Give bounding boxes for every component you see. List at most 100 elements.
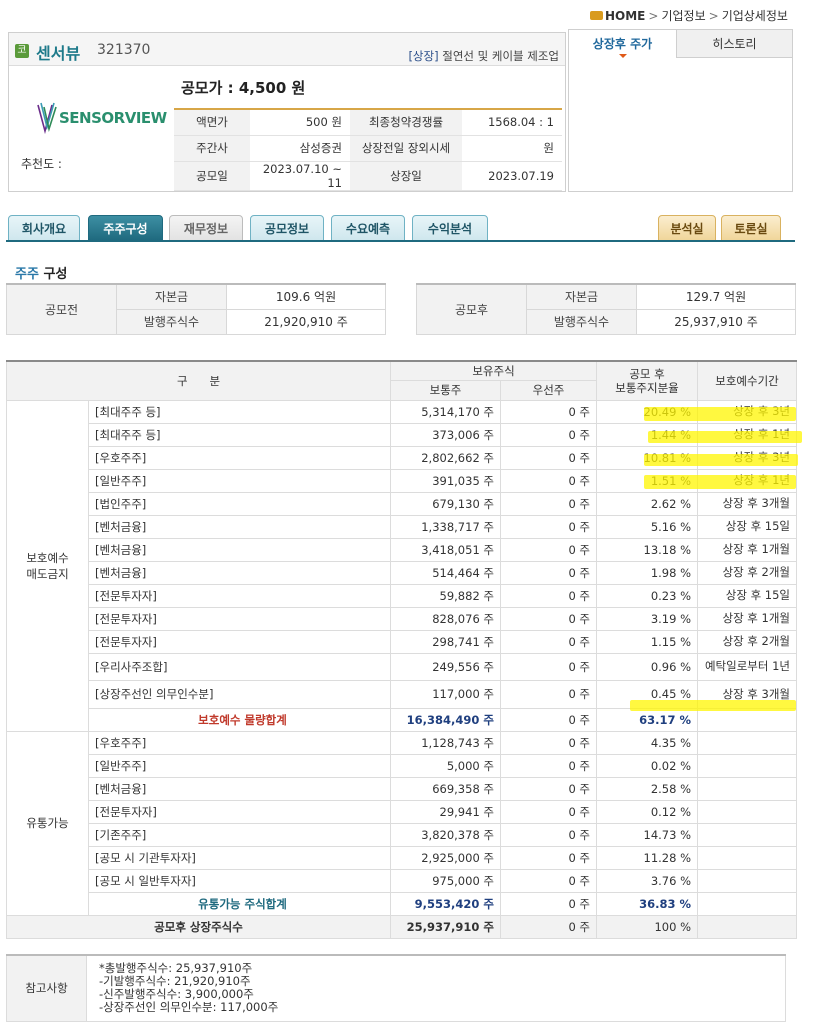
preferred-shares-cell: 0 주 [499,753,598,778]
info-value: 2023.07.10 ~ 11 [250,161,350,191]
table-row: [공모 시 기관투자자] 2,925,000 주0 주 11.28 % [7,845,798,870]
common-shares-cell: 1,128,743 주 [390,730,501,755]
tab-bar-underline [6,240,795,242]
common-shares-cell: 298,741 주 [390,629,501,654]
category-cell: [일반주주] [88,468,391,493]
preferred-shares-cell: 0 주 [499,491,598,516]
capital-value: 129.7 억원 [636,283,796,310]
tab-ipo-info[interactable]: 공모정보 [250,215,324,241]
highlight-mark [648,431,802,443]
breadcrumb-home[interactable]: HOME [605,9,645,23]
total-row: 공모후 상장주식수 25,937,910 주0 주 100 % [6,914,798,939]
ratio-cell: 14.73 % [596,822,699,847]
preferred-shares-cell: 0 주 [499,822,598,847]
header-common: 보통주 [390,379,501,401]
total-common: 25,937,910 주 [390,914,501,939]
table-row: [전문투자자] 298,741 주0 주 1.15 % 상장 후 2개월 [7,629,798,654]
table-row: [벤처금융] 669,358 주0 주 2.58 % [7,776,798,801]
category-cell: [전문투자자] [88,583,391,608]
info-row: 공모일 2023.07.10 ~ 11 상장일 2023.07.19 [174,161,562,191]
category-cell: [벤처금융] [88,514,391,539]
section-title-accent: 주주 [15,267,39,282]
lockup-cell: 상장 후 15일 [697,514,798,539]
tab-company-overview[interactable]: 회사개요 [8,215,80,241]
ratio-cell: 0.96 % [596,652,699,681]
preferred-shares-cell: 0 주 [499,679,598,709]
ratio-cell: 4.35 % [596,730,699,755]
info-label: 상장전일 장외시세 [350,135,462,162]
info-value: 삼성증권 [250,135,350,162]
table-row: [일반주주] 5,000 주0 주 0.02 % [7,753,798,778]
table-row: 유통가능 [우호주주] 1,128,743 주0 주 4.35 % [6,730,798,916]
category-cell: [전문투자자] [88,799,391,824]
table-row: [벤처금융] 1,338,717 주0 주 5.16 % 상장 후 15일 [7,514,798,539]
breadcrumb-company-detail[interactable]: 기업상세정보 [722,9,788,23]
common-shares-cell: 5,314,170 주 [390,399,501,424]
preferred-shares-cell: 0 주 [499,652,598,681]
subtotal-ratio: 36.83 % [596,891,699,916]
lockup-cell: 상장 후 2개월 [697,629,798,654]
pre-ipo-title: 공모전 [6,283,117,335]
subtotal-ratio: 63.17 % [596,707,699,732]
highlight-mark [644,407,796,421]
header-category: 구 분 [6,360,391,401]
lockup-cell [697,822,798,847]
common-shares-cell: 373,006 주 [390,422,501,447]
common-shares-cell: 3,418,051 주 [390,537,501,562]
tab-demand-forecast[interactable]: 수요예측 [331,215,405,241]
info-label: 최종청약경쟁률 [350,109,462,136]
common-shares-cell: 1,338,717 주 [390,514,501,539]
tab-analysis-room[interactable]: 분석실 [658,215,716,241]
shares-label: 발행주식수 [526,308,637,335]
preferred-shares-cell: 0 주 [499,422,598,447]
triangle-down-icon [619,54,627,58]
tab-profit-analysis[interactable]: 수익분석 [412,215,488,241]
category-cell: [일반주주] [88,753,391,778]
common-shares-cell: 29,941 주 [390,799,501,824]
tab-shareholders[interactable]: 주주구성 [88,215,163,241]
info-label: 상장일 [350,161,462,191]
preferred-shares-cell: 0 주 [499,868,598,893]
lockup-cell: 예탁일로부터 1년 [697,652,798,681]
header-ratio: 공모 후 보통주지분율 [596,360,699,401]
lockup-cell [697,799,798,824]
group-label: 유통가능 [6,730,89,916]
ratio-cell: 0.02 % [596,753,699,778]
category-cell: [전문투자자] [88,629,391,654]
company-name: 센서뷰 [36,44,81,63]
shares-value: 21,920,910 주 [226,308,386,335]
capital-value: 109.6 억원 [226,283,386,310]
common-shares-cell: 2,802,662 주 [390,445,501,470]
tab-history[interactable]: 히스토리 [676,30,792,58]
lockup-cell: 상장 후 15일 [697,583,798,608]
info-row: 액면가 500 원 최종청약경쟁률 1568.04 : 1 [174,109,562,136]
common-shares-cell: 828,076 주 [390,606,501,631]
subtotal-row: 유통가능 주식합계 9,553,420 주0 주 36.83 % [7,891,798,916]
category-cell: [벤처금융] [88,537,391,562]
table-row: [전문투자자] 59,882 주0 주 0.23 % 상장 후 15일 [7,583,798,608]
info-value: 원 [462,135,562,162]
notes-label: 참고사항 [6,954,87,1022]
table-row: [법인주주] 679,130 주0 주 2.62 % 상장 후 3개월 [7,491,798,516]
category-cell: [상장주선인 의무인수분] [88,679,391,709]
ratio-cell: 13.18 % [596,537,699,562]
notes-table: 참고사항 *총발행주식수: 25,937,910주 -기발행주식수: 21,92… [6,954,786,1022]
preferred-shares-cell: 0 주 [499,537,598,562]
preferred-shares-cell: 0 주 [499,468,598,493]
logo-text: SENSORVIEW [59,109,167,127]
market-label: [상장] [408,49,439,63]
tab-financials[interactable]: 재무정보 [169,215,243,241]
highlight-mark [644,454,798,466]
ratio-cell: 1.98 % [596,560,699,585]
subtotal-lockup [697,891,798,916]
breadcrumb-company-info[interactable]: 기업정보 [661,9,705,23]
total-lockup [697,914,798,939]
lockup-cell [697,730,798,755]
ratio-cell: 3.19 % [596,606,699,631]
common-shares-cell: 59,882 주 [390,583,501,608]
ratio-cell: 2.62 % [596,491,699,516]
tab-discussion-room[interactable]: 토론실 [721,215,781,241]
subtotal-label: 보호예수 물량합계 [88,707,391,732]
home-icon [590,11,603,20]
table-row: [공모 시 일반투자자] 975,000 주0 주 3.76 % [7,868,798,893]
